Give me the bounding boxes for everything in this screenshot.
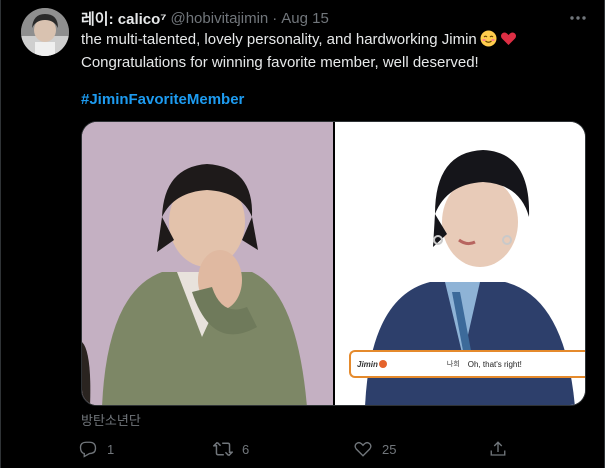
user-handle[interactable]: @hobivitajimin [170, 10, 268, 27]
hashtag-link[interactable]: #JiminFavoriteMember [81, 90, 244, 110]
tweet[interactable]: 레이: calico⁷ @hobivitajimin · Aug 15 the … [0, 0, 605, 468]
media-alt-text: 방탄소년단 [81, 413, 141, 428]
retweet-icon [206, 437, 240, 461]
avatar-image [21, 8, 69, 56]
retweet-count: 6 [242, 441, 250, 457]
caption-tag: Jimin [357, 359, 378, 369]
tweet-actions: 1 6 25 [71, 437, 511, 461]
reply-button[interactable]: 1 [71, 437, 114, 461]
reply-count: 1 [107, 441, 115, 457]
tweet-text-line-1: the multi-talented, lovely personality, … [81, 31, 477, 48]
caption-tag-dot [378, 360, 387, 368]
relieved-face-icon [480, 30, 497, 53]
separator-dot: · [272, 9, 278, 27]
photo-left-illustration [82, 122, 333, 405]
red-heart-icon [500, 30, 517, 53]
reply-icon [71, 437, 105, 461]
display-name[interactable]: 레이: calico⁷ [81, 8, 166, 29]
media-container[interactable]: Jimin 나희 Oh, that's right! [81, 121, 586, 406]
caption-english: Oh, that's right! [467, 359, 522, 369]
like-button[interactable]: 25 [346, 437, 396, 461]
retweet-button[interactable]: 6 [206, 437, 249, 461]
tweet-text-line-2: Congratulations for winning favorite mem… [81, 54, 479, 71]
tweet-header: 레이: calico⁷ @hobivitajimin · Aug 15 [81, 8, 329, 28]
media-photo-left[interactable] [82, 122, 333, 405]
heart-icon [346, 437, 380, 461]
media-caption-bar: Jimin 나희 Oh, that's right! [349, 350, 585, 378]
share-icon [481, 437, 515, 461]
tweet-date[interactable]: Aug 15 [281, 10, 329, 27]
avatar[interactable] [21, 8, 69, 56]
like-count: 25 [382, 441, 397, 457]
tweet-text: the multi-talented, lovely personality, … [81, 30, 591, 73]
share-button[interactable] [481, 437, 515, 461]
more-options-icon[interactable] [567, 8, 589, 28]
caption-korean: 나희 [446, 361, 460, 368]
